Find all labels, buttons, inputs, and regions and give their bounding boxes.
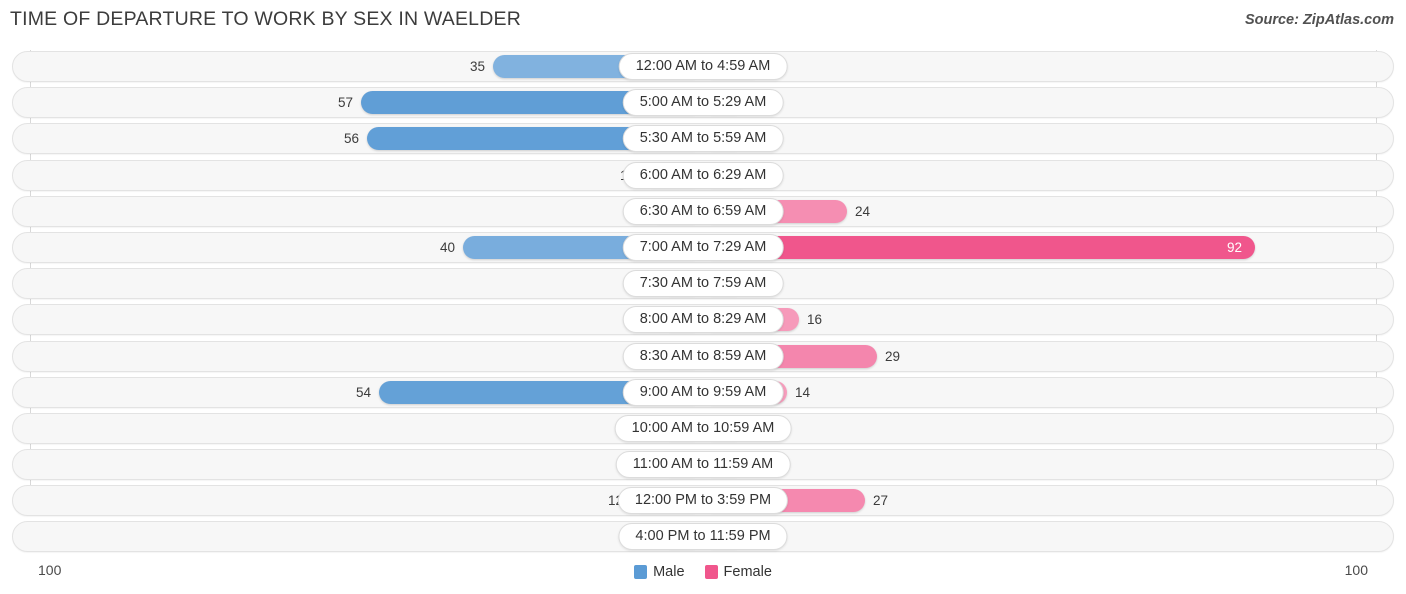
- bar-rows: 351012:00 AM to 4:59 AM5705:00 AM to 5:2…: [0, 50, 1406, 557]
- table-row[interactable]: 0011:00 AM to 11:59 AM: [0, 448, 1406, 484]
- category-label: 10:00 AM to 10:59 AM: [614, 414, 792, 442]
- table-row[interactable]: 351012:00 AM to 4:59 AM: [0, 50, 1406, 86]
- category-label: 8:00 AM to 8:29 AM: [622, 306, 784, 334]
- legend-swatch-female-icon: [704, 565, 718, 579]
- table-row[interactable]: 057:30 AM to 7:59 AM: [0, 267, 1406, 303]
- legend-item-female[interactable]: Female: [704, 564, 772, 580]
- table-row[interactable]: 0010:00 AM to 10:59 AM: [0, 412, 1406, 448]
- plot-area: 351012:00 AM to 4:59 AM5705:00 AM to 5:2…: [0, 50, 1406, 555]
- category-label: 7:00 AM to 7:29 AM: [622, 233, 784, 261]
- table-row[interactable]: 5675:30 AM to 5:59 AM: [0, 122, 1406, 158]
- category-label: 7:30 AM to 7:59 AM: [622, 270, 784, 298]
- table-row[interactable]: 0298:30 AM to 8:59 AM: [0, 340, 1406, 376]
- value-label-male: 54: [355, 384, 371, 400]
- table-row[interactable]: 12 27 12:00 PM to 3:59 PM: [0, 484, 1406, 520]
- table-row[interactable]: 5705:00 AM to 5:29 AM: [0, 86, 1406, 122]
- chart-root: TIME OF DEPARTURE TO WORK BY SEX IN WAEL…: [0, 0, 1406, 594]
- table-row[interactable]: 004:00 PM to 11:59 PM: [0, 520, 1406, 556]
- table-row[interactable]: 54 14 9:00 AM to 9:59 AM: [0, 376, 1406, 412]
- value-label-male: 56: [343, 131, 359, 147]
- value-label-male: 40: [439, 239, 455, 255]
- table-row[interactable]: 40 92 7:00 AM to 7:29 AM: [0, 231, 1406, 267]
- legend: Male Female: [0, 564, 1406, 580]
- table-row[interactable]: 9246:30 AM to 6:59 AM: [0, 195, 1406, 231]
- legend-label-male: Male: [653, 564, 685, 580]
- source-attribution: Source: ZipAtlas.com: [1244, 12, 1394, 28]
- legend-item-male[interactable]: Male: [634, 564, 685, 580]
- category-label: 6:00 AM to 6:29 AM: [622, 161, 784, 189]
- bar-female[interactable]: [703, 235, 1255, 259]
- value-label-male: 57: [337, 95, 353, 111]
- value-label-female: 92: [1227, 239, 1243, 255]
- category-label: 9:00 AM to 9:59 AM: [622, 378, 784, 406]
- category-label: 11:00 AM to 11:59 AM: [615, 451, 791, 479]
- value-label-female: 24: [855, 203, 871, 219]
- table-row[interactable]: 0168:00 AM to 8:29 AM: [0, 303, 1406, 339]
- category-label: 6:30 AM to 6:59 AM: [622, 197, 784, 225]
- value-label-female: 29: [885, 348, 901, 364]
- category-label: 5:00 AM to 5:29 AM: [622, 89, 784, 117]
- legend-label-female: Female: [723, 564, 772, 580]
- value-label-female: 27: [873, 493, 889, 509]
- page-title: TIME OF DEPARTURE TO WORK BY SEX IN WAEL…: [10, 8, 521, 30]
- legend-swatch-male-icon: [634, 565, 648, 579]
- value-label-female: 16: [807, 312, 823, 328]
- category-label: 12:00 AM to 4:59 AM: [618, 53, 788, 80]
- table-row[interactable]: 1086:00 AM to 6:29 AM: [0, 159, 1406, 195]
- value-label-female: 14: [795, 384, 811, 400]
- category-label: 5:30 AM to 5:59 AM: [622, 125, 784, 153]
- category-label: 8:30 AM to 8:59 AM: [622, 342, 784, 370]
- category-label: 4:00 PM to 11:59 PM: [618, 523, 788, 551]
- value-label-male: 35: [469, 59, 485, 74]
- category-label: 12:00 PM to 3:59 PM: [617, 487, 789, 515]
